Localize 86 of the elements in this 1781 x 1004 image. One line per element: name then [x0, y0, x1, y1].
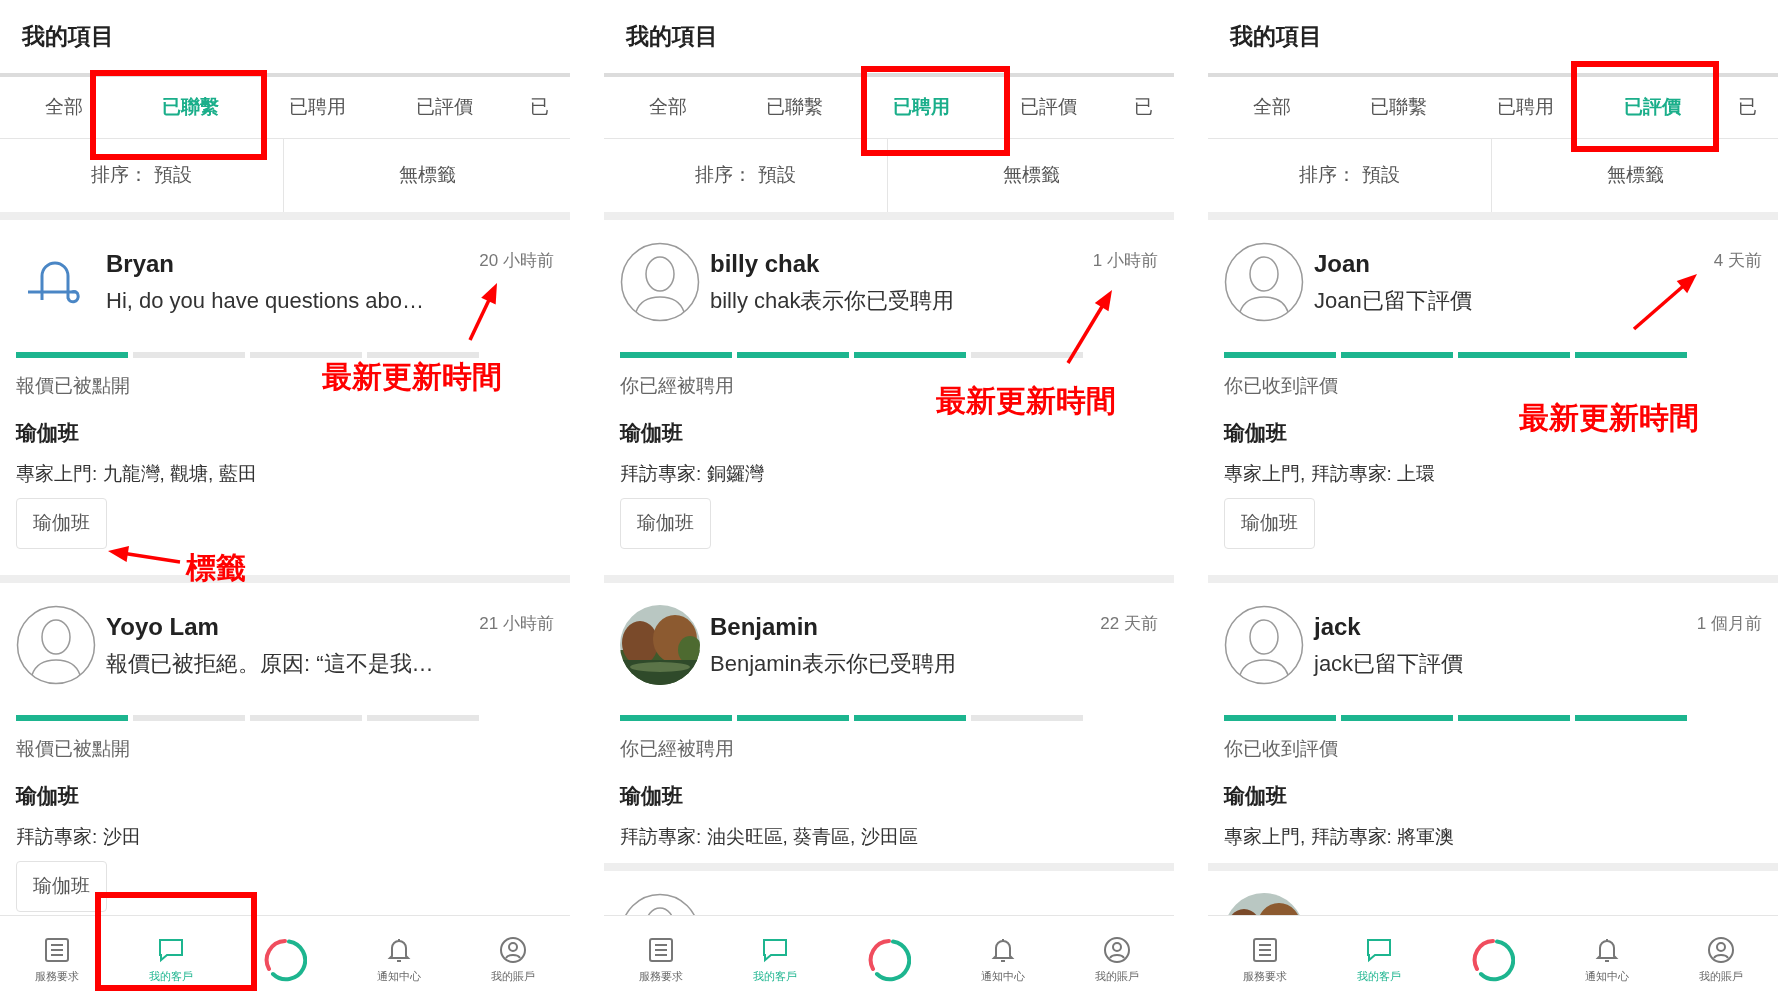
annotation-arrow — [1632, 274, 1697, 331]
client-name: jack — [1314, 612, 1361, 642]
tag-chip: 瑜伽班 — [16, 861, 107, 912]
client-name: Bryan — [106, 249, 175, 279]
tag-filter[interactable]: 無標籤 — [284, 139, 570, 212]
user-icon — [499, 935, 527, 964]
annotation-label: 最新更新時間 — [322, 358, 502, 396]
update-time: 21 小時前 — [479, 613, 554, 635]
tag-filter[interactable]: 無標籤 — [1492, 139, 1778, 212]
nav-item[interactable]: 通知中心 — [946, 916, 1060, 1004]
ring-icon — [1471, 938, 1515, 982]
service-title: 瑜伽班 — [16, 420, 79, 446]
update-time: 4 天前 — [1713, 250, 1762, 272]
message-preview: jack已留下評價 — [1314, 650, 1464, 678]
annotation-arrow — [468, 283, 497, 341]
update-time: 1 小時前 — [1092, 250, 1158, 272]
tab[interactable]: 已 — [1112, 77, 1174, 138]
list-icon — [647, 935, 675, 964]
tab[interactable]: 已評價 — [985, 77, 1112, 138]
location-text: 專家上門: 九龍灣, 觀塘, 藍田 — [16, 462, 257, 486]
client-name: Benjamin — [710, 612, 819, 642]
nav-item[interactable]: 服務要求 — [604, 916, 718, 1004]
avatar-icon — [1224, 605, 1304, 685]
message-preview: Benjamin表示你已受聘用 — [710, 650, 956, 678]
location-text: 拜訪專家: 沙田 — [16, 825, 141, 849]
location-text: 拜訪專家: 油尖旺區, 葵青區, 沙田區 — [620, 825, 918, 849]
tag-filter[interactable]: 無標籤 — [888, 139, 1174, 212]
service-title: 瑜伽班 — [16, 783, 79, 809]
tab[interactable]: 已聯繫 — [1335, 77, 1462, 138]
page-title: 我的項目 — [1230, 22, 1322, 52]
status-text: 你已收到評價 — [1224, 374, 1338, 398]
tab[interactable]: 全部 — [1208, 77, 1335, 138]
tab[interactable]: 已 — [508, 77, 570, 138]
status-text: 報價已被點開 — [16, 374, 130, 398]
message-preview: billy chak表示你已受聘用 — [710, 287, 955, 315]
status-text: 你已收到評價 — [1224, 737, 1338, 761]
user-icon — [1707, 935, 1735, 964]
avatar-icon — [16, 605, 96, 685]
tab[interactable]: 已聯繫 — [731, 77, 858, 138]
list-icon — [1251, 935, 1279, 964]
update-time: 22 天前 — [1100, 613, 1158, 635]
service-title: 瑜伽班 — [1224, 783, 1287, 809]
location-text: 專家上門, 拜訪專家: 將軍澳 — [1224, 825, 1455, 849]
ring-icon — [867, 938, 911, 982]
tag-chip: 瑜伽班 — [16, 498, 107, 549]
client-name: Yoyo Lam — [106, 612, 219, 642]
nav-item[interactable]: 通知中心 — [1550, 916, 1664, 1004]
tag-chip: 瑜伽班 — [1224, 498, 1315, 549]
nav-item[interactable]: 我的賬戶 — [1664, 916, 1778, 1004]
status-text: 你已經被聘用 — [620, 737, 734, 761]
service-title: 瑜伽班 — [1224, 420, 1287, 446]
tab[interactable]: 已評價 — [381, 77, 508, 138]
status-text: 報價已被點開 — [16, 737, 130, 761]
nav-item[interactable]: 服務要求 — [1208, 916, 1322, 1004]
client-name: billy chak — [710, 249, 820, 279]
tab[interactable]: 已聘用 — [1462, 77, 1589, 138]
ring-icon — [263, 938, 307, 982]
nav-item[interactable]: 我的賬戶 — [456, 916, 570, 1004]
nav-item[interactable]: 服務要求 — [0, 916, 114, 1004]
tag-chip: 瑜伽班 — [620, 498, 711, 549]
update-time: 1 個月前 — [1696, 613, 1762, 635]
annotation-label: 最新更新時間 — [1519, 399, 1699, 437]
location-text: 專家上門, 拜訪專家: 上環 — [1224, 462, 1436, 486]
tab[interactable]: 全部 — [0, 77, 127, 138]
service-title: 瑜伽班 — [620, 783, 683, 809]
location-text: 拜訪專家: 銅鑼灣 — [620, 462, 764, 486]
message-preview: Joan已留下評價 — [1314, 287, 1472, 315]
list-icon — [43, 935, 71, 964]
page-title: 我的項目 — [22, 22, 114, 52]
nav-item[interactable]: 我的賬戶 — [1060, 916, 1174, 1004]
message-preview: Hi, do you have questions abo… — [106, 287, 424, 315]
message-preview: 報價已被拒絕。原因: “這不是我… — [106, 650, 434, 678]
tab[interactable]: 已 — [1716, 77, 1778, 138]
service-title: 瑜伽班 — [620, 420, 683, 446]
client-name: Joan — [1314, 249, 1370, 279]
tab[interactable]: 全部 — [604, 77, 731, 138]
status-text: 你已經被聘用 — [620, 374, 734, 398]
annotation-label: 最新更新時間 — [936, 382, 1116, 420]
avatar-icon — [620, 242, 700, 322]
user-icon — [1103, 935, 1131, 964]
nav-item[interactable]: 通知中心 — [342, 916, 456, 1004]
update-time: 20 小時前 — [479, 250, 554, 272]
annotation-label: 標籤 — [186, 549, 246, 587]
avatar-icon — [1224, 242, 1304, 322]
page-title: 我的項目 — [626, 22, 718, 52]
tab[interactable]: 已聘用 — [254, 77, 381, 138]
